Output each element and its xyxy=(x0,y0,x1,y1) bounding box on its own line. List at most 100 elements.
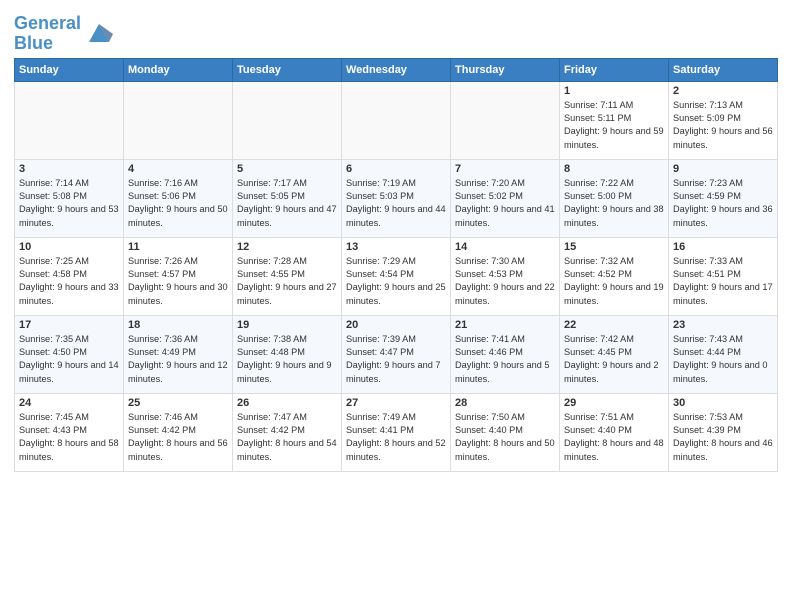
day-cell: 18Sunrise: 7:36 AMSunset: 4:49 PMDayligh… xyxy=(124,315,233,393)
day-number: 27 xyxy=(346,397,446,409)
calendar-header-row: SundayMondayTuesdayWednesdayThursdayFrid… xyxy=(15,58,778,81)
day-info: Sunrise: 7:32 AMSunset: 4:52 PMDaylight:… xyxy=(564,255,664,308)
day-number: 9 xyxy=(673,163,773,175)
logo-icon xyxy=(85,20,113,48)
day-info: Sunrise: 7:45 AMSunset: 4:43 PMDaylight:… xyxy=(19,411,119,464)
day-cell: 23 Sunrise: 7:43 AMSunset: 4:44 PMDayligh… xyxy=(669,315,778,393)
logo-general: General xyxy=(14,13,81,33)
day-cell: 5 Sunrise: 7:17 AMSunset: 5:05 PMDaylight… xyxy=(233,159,342,237)
day-cell: 25Sunrise: 7:46 AMSunset: 4:42 PMDayligh… xyxy=(124,393,233,471)
day-number: 23 xyxy=(673,319,773,331)
calendar-table: SundayMondayTuesdayWednesdayThursdayFrid… xyxy=(14,58,778,472)
week-row-4: 17 Sunrise: 7:35 AMSunset: 4:50 PMDayligh… xyxy=(15,315,778,393)
day-info: Sunrise: 7:19 AMSunset: 5:03 PMDaylight:… xyxy=(346,177,446,230)
day-cell: 15 Sunrise: 7:32 AMSunset: 4:52 PMDayligh… xyxy=(560,237,669,315)
day-info: Sunrise: 7:42 AMSunset: 4:45 PMDaylight:… xyxy=(564,333,664,386)
day-cell: 16 Sunrise: 7:33 AMSunset: 4:51 PMDayligh… xyxy=(669,237,778,315)
day-info: Sunrise: 7:11 AMSunset: 5:11 PMDaylight:… xyxy=(564,99,664,152)
day-number: 2 xyxy=(673,85,773,97)
day-number: 28 xyxy=(455,397,555,409)
day-cell xyxy=(124,81,233,159)
day-number: 13 xyxy=(346,241,446,253)
day-cell: 14Sunrise: 7:30 AMSunset: 4:53 PMDayligh… xyxy=(451,237,560,315)
day-cell: 8 Sunrise: 7:22 AMSunset: 5:00 PMDaylight… xyxy=(560,159,669,237)
day-number: 19 xyxy=(237,319,337,331)
day-info: Sunrise: 7:25 AMSunset: 4:58 PMDaylight:… xyxy=(19,255,119,308)
day-info: Sunrise: 7:35 AMSunset: 4:50 PMDaylight:… xyxy=(19,333,119,386)
logo-blue-text: Blue xyxy=(14,33,53,53)
header: General Blue xyxy=(14,10,778,54)
day-cell xyxy=(342,81,451,159)
day-number: 29 xyxy=(564,397,664,409)
day-info: Sunrise: 7:47 AMSunset: 4:42 PMDaylight:… xyxy=(237,411,337,464)
day-number: 17 xyxy=(19,319,119,331)
day-cell: 12 Sunrise: 7:28 AMSunset: 4:55 PMDayligh… xyxy=(233,237,342,315)
day-cell: 27 Sunrise: 7:49 AMSunset: 4:41 PMDayligh… xyxy=(342,393,451,471)
day-number: 21 xyxy=(455,319,555,331)
day-number: 5 xyxy=(237,163,337,175)
day-info: Sunrise: 7:23 AMSunset: 4:59 PMDaylight:… xyxy=(673,177,773,230)
day-number: 15 xyxy=(564,241,664,253)
header-thursday: Thursday xyxy=(451,58,560,81)
day-cell: 13Sunrise: 7:29 AMSunset: 4:54 PMDayligh… xyxy=(342,237,451,315)
day-cell xyxy=(15,81,124,159)
header-saturday: Saturday xyxy=(669,58,778,81)
day-number: 26 xyxy=(237,397,337,409)
day-number: 1 xyxy=(564,85,664,97)
day-info: Sunrise: 7:43 AMSunset: 4:44 PMDaylight:… xyxy=(673,333,773,386)
day-cell: 26 Sunrise: 7:47 AMSunset: 4:42 PMDayligh… xyxy=(233,393,342,471)
week-row-5: 24Sunrise: 7:45 AMSunset: 4:43 PMDayligh… xyxy=(15,393,778,471)
day-number: 22 xyxy=(564,319,664,331)
day-cell: 3 Sunrise: 7:14 AMSunset: 5:08 PMDaylight… xyxy=(15,159,124,237)
day-info: Sunrise: 7:22 AMSunset: 5:00 PMDaylight:… xyxy=(564,177,664,230)
day-info: Sunrise: 7:39 AMSunset: 4:47 PMDaylight:… xyxy=(346,333,446,386)
day-info: Sunrise: 7:17 AMSunset: 5:05 PMDaylight:… xyxy=(237,177,337,230)
day-cell: 6 Sunrise: 7:19 AMSunset: 5:03 PMDaylight… xyxy=(342,159,451,237)
day-cell: 30 Sunrise: 7:53 AMSunset: 4:39 PMDayligh… xyxy=(669,393,778,471)
day-info: Sunrise: 7:28 AMSunset: 4:55 PMDaylight:… xyxy=(237,255,337,308)
day-info: Sunrise: 7:14 AMSunset: 5:08 PMDaylight:… xyxy=(19,177,119,230)
day-info: Sunrise: 7:38 AMSunset: 4:48 PMDaylight:… xyxy=(237,333,337,386)
day-info: Sunrise: 7:33 AMSunset: 4:51 PMDaylight:… xyxy=(673,255,773,308)
header-friday: Friday xyxy=(560,58,669,81)
day-cell: 28 Sunrise: 7:50 AMSunset: 4:40 PMDayligh… xyxy=(451,393,560,471)
day-info: Sunrise: 7:49 AMSunset: 4:41 PMDaylight:… xyxy=(346,411,446,464)
header-monday: Monday xyxy=(124,58,233,81)
day-number: 6 xyxy=(346,163,446,175)
day-info: Sunrise: 7:53 AMSunset: 4:39 PMDaylight:… xyxy=(673,411,773,464)
logo-text: General xyxy=(14,14,81,34)
day-cell: 9 Sunrise: 7:23 AMSunset: 4:59 PMDaylight… xyxy=(669,159,778,237)
day-number: 12 xyxy=(237,241,337,253)
day-number: 4 xyxy=(128,163,228,175)
week-row-1: 1 Sunrise: 7:11 AMSunset: 5:11 PMDaylight… xyxy=(15,81,778,159)
day-info: Sunrise: 7:50 AMSunset: 4:40 PMDaylight:… xyxy=(455,411,555,464)
day-cell: 7 Sunrise: 7:20 AMSunset: 5:02 PMDaylight… xyxy=(451,159,560,237)
day-info: Sunrise: 7:41 AMSunset: 4:46 PMDaylight:… xyxy=(455,333,555,386)
day-info: Sunrise: 7:20 AMSunset: 5:02 PMDaylight:… xyxy=(455,177,555,230)
day-info: Sunrise: 7:16 AMSunset: 5:06 PMDaylight:… xyxy=(128,177,228,230)
header-wednesday: Wednesday xyxy=(342,58,451,81)
day-cell: 24Sunrise: 7:45 AMSunset: 4:43 PMDayligh… xyxy=(15,393,124,471)
day-cell xyxy=(451,81,560,159)
day-cell xyxy=(233,81,342,159)
day-number: 3 xyxy=(19,163,119,175)
day-number: 30 xyxy=(673,397,773,409)
day-number: 16 xyxy=(673,241,773,253)
day-number: 7 xyxy=(455,163,555,175)
header-tuesday: Tuesday xyxy=(233,58,342,81)
day-cell: 4 Sunrise: 7:16 AMSunset: 5:06 PMDaylight… xyxy=(124,159,233,237)
day-number: 11 xyxy=(128,241,228,253)
day-info: Sunrise: 7:13 AMSunset: 5:09 PMDaylight:… xyxy=(673,99,773,152)
logo: General Blue xyxy=(14,14,113,54)
day-cell: 22 Sunrise: 7:42 AMSunset: 4:45 PMDayligh… xyxy=(560,315,669,393)
day-cell: 2 Sunrise: 7:13 AMSunset: 5:09 PMDaylight… xyxy=(669,81,778,159)
day-number: 18 xyxy=(128,319,228,331)
day-info: Sunrise: 7:51 AMSunset: 4:40 PMDaylight:… xyxy=(564,411,664,464)
day-number: 20 xyxy=(346,319,446,331)
day-cell: 11Sunrise: 7:26 AMSunset: 4:57 PMDayligh… xyxy=(124,237,233,315)
day-number: 10 xyxy=(19,241,119,253)
day-cell: 17 Sunrise: 7:35 AMSunset: 4:50 PMDayligh… xyxy=(15,315,124,393)
week-row-3: 10 Sunrise: 7:25 AMSunset: 4:58 PMDayligh… xyxy=(15,237,778,315)
day-number: 8 xyxy=(564,163,664,175)
day-info: Sunrise: 7:46 AMSunset: 4:42 PMDaylight:… xyxy=(128,411,228,464)
